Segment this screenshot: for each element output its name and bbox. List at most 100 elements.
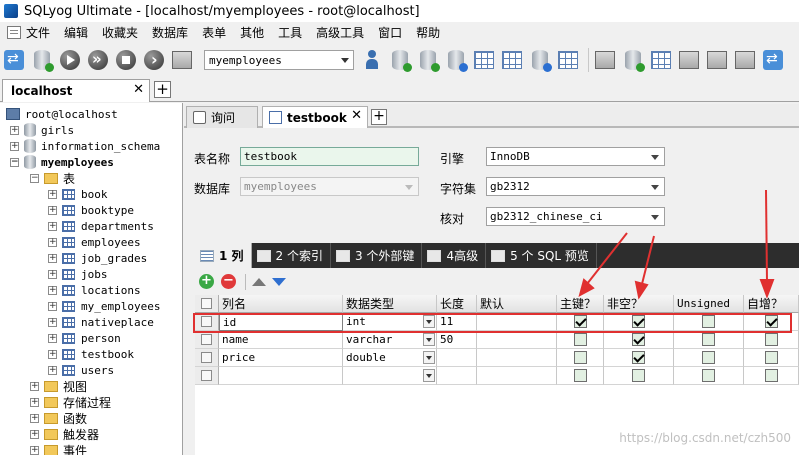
tree-root[interactable]: root@localhost (6, 106, 118, 122)
chevron-down-icon[interactable] (423, 333, 435, 346)
expand-icon[interactable]: + (10, 125, 19, 135)
not-null-checkbox[interactable] (632, 369, 645, 382)
expand-icon[interactable]: + (48, 205, 57, 215)
cell-default[interactable] (477, 313, 557, 331)
tree-db-girls[interactable]: + girls (10, 122, 74, 138)
delete-column-button[interactable]: − (221, 274, 236, 289)
export-button[interactable] (500, 48, 524, 72)
expand-icon[interactable]: + (48, 349, 57, 359)
primary-key-checkbox[interactable] (573, 333, 587, 346)
cell-auto-increment[interactable] (744, 331, 799, 349)
tree-table-item[interactable]: + book (48, 186, 108, 202)
collation-select[interactable]: gb2312_chinese_ci (486, 207, 665, 226)
add-connection-tab-button[interactable]: + (154, 81, 171, 98)
database-select[interactable]: myemployees (204, 50, 354, 70)
table-name-input[interactable]: testbook (240, 147, 419, 166)
tree-folder-events[interactable]: + 事件 (30, 442, 87, 455)
move-up-button[interactable] (252, 277, 266, 286)
tree-folder-triggers[interactable]: + 触发器 (30, 426, 99, 442)
tab-columns[interactable]: 1 列 (195, 243, 252, 268)
new-connection-button[interactable] (2, 48, 26, 72)
charset-select[interactable]: gb2312 (486, 177, 665, 196)
close-icon[interactable]: ✕ (351, 108, 362, 123)
cell-auto-increment[interactable] (744, 367, 799, 385)
cell-unsigned[interactable] (674, 331, 744, 349)
select-all-checkbox[interactable] (201, 298, 212, 309)
tree-folder-views[interactable]: + 视图 (30, 378, 87, 394)
not-null-checkbox[interactable] (632, 333, 645, 346)
tree-table-item[interactable]: + locations (48, 282, 141, 298)
menu-help[interactable]: 帮助 (409, 22, 447, 43)
cell-data-type[interactable]: double (343, 349, 437, 367)
schema-button[interactable] (170, 48, 194, 72)
unsigned-checkbox[interactable] (702, 351, 715, 364)
expand-icon[interactable]: + (48, 333, 57, 343)
cell-length[interactable]: 50 (437, 331, 477, 349)
import-button[interactable] (444, 48, 468, 72)
tree-folder-functions[interactable]: + 函数 (30, 410, 87, 426)
schema-sync-button[interactable] (556, 48, 580, 72)
engine-select[interactable]: InnoDB (486, 147, 665, 166)
tab-indexes[interactable]: 2 个索引 (252, 243, 331, 268)
cell-not-null[interactable] (604, 367, 674, 385)
execute-query-button[interactable] (58, 48, 82, 72)
expand-icon[interactable]: + (30, 413, 39, 423)
query-builder-button[interactable] (761, 48, 785, 72)
row-selector[interactable] (195, 349, 219, 367)
tab-query[interactable]: 询问 (186, 106, 258, 128)
notifications-button[interactable] (705, 48, 729, 72)
chevron-down-icon[interactable] (423, 351, 435, 364)
user-manager-button[interactable] (360, 48, 384, 72)
cell-column-name[interactable] (219, 367, 343, 385)
auto-increment-checkbox[interactable] (764, 351, 778, 364)
tab-sql-preview[interactable]: 5 个 SQL 预览 (486, 243, 597, 268)
auto-increment-checkbox[interactable] (764, 315, 778, 328)
collapse-icon[interactable]: − (10, 157, 19, 167)
chevron-down-icon[interactable] (423, 369, 435, 382)
cell-length[interactable]: 11 (437, 313, 477, 331)
primary-key-checkbox[interactable] (573, 315, 587, 328)
tree-table-item[interactable]: + departments (48, 218, 154, 234)
row-selector[interactable] (195, 367, 219, 385)
tab-testbook[interactable]: testbook ✕ (262, 106, 368, 128)
new-query-button[interactable] (30, 48, 54, 72)
not-null-checkbox[interactable] (632, 315, 645, 328)
sync-button[interactable] (528, 48, 552, 72)
cell-auto-increment[interactable] (744, 313, 799, 331)
tree-table-item[interactable]: + my_employees (48, 298, 160, 314)
expand-icon[interactable]: + (48, 301, 57, 311)
menu-table[interactable]: 表单 (195, 22, 233, 43)
expand-icon[interactable]: + (48, 285, 57, 295)
menu-tools[interactable]: 工具 (271, 22, 309, 43)
cell-primary-key[interactable] (557, 349, 604, 367)
cell-not-null[interactable] (604, 349, 674, 367)
menu-advanced-tools[interactable]: 高级工具 (309, 22, 371, 43)
cell-not-null[interactable] (604, 313, 674, 331)
cell-data-type[interactable]: varchar (343, 331, 437, 349)
cell-default[interactable] (477, 349, 557, 367)
tree-folder-tables[interactable]: − 表 (30, 170, 75, 186)
expand-icon[interactable]: + (10, 141, 19, 151)
tree-table-item[interactable]: + jobs (48, 266, 108, 282)
cell-data-type[interactable] (343, 367, 437, 385)
add-column-button[interactable]: + (199, 274, 214, 289)
tree-folder-procedures[interactable]: + 存储过程 (30, 394, 111, 410)
not-null-checkbox[interactable] (632, 351, 645, 364)
primary-key-checkbox[interactable] (573, 351, 587, 364)
expand-icon[interactable]: + (48, 189, 57, 199)
cell-length[interactable] (437, 349, 477, 367)
cell-length[interactable] (437, 367, 477, 385)
unsigned-checkbox[interactable] (702, 333, 715, 346)
compare-button[interactable] (649, 48, 673, 72)
tree-table-item[interactable]: + person (48, 330, 121, 346)
execute-all-button[interactable] (86, 48, 110, 72)
unsigned-checkbox[interactable] (702, 369, 715, 382)
cell-primary-key[interactable] (557, 313, 604, 331)
tree-db-information-schema[interactable]: + information_schema (10, 138, 160, 154)
format-button[interactable] (593, 48, 617, 72)
tree-table-item[interactable]: + testbook (48, 346, 134, 362)
cell-data-type[interactable]: int (343, 313, 437, 331)
row-selector[interactable] (195, 331, 219, 349)
menu-other[interactable]: 其他 (233, 22, 271, 43)
stop-query-button[interactable] (114, 48, 138, 72)
